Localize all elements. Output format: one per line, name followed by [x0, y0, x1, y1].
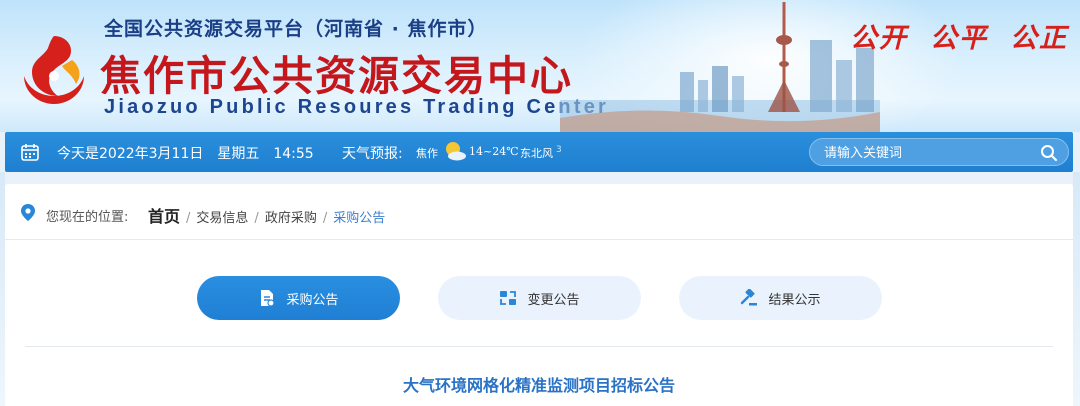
- site-title: 焦作市公共资源交易中心: [100, 52, 573, 100]
- current-date: 今天是2022年3月11日 星期五 14:55: [57, 143, 328, 163]
- weather-label: 天气预报:: [342, 146, 403, 162]
- slogans: 公开 公平 公正: [850, 16, 1068, 55]
- tab-label: 采购公告: [286, 292, 339, 308]
- tab-result-notice[interactable]: 结果公示: [679, 276, 882, 320]
- location-pin-icon: [21, 204, 35, 221]
- document-icon: [261, 290, 276, 307]
- breadcrumb-government-procurement[interactable]: 政府采购: [265, 207, 317, 226]
- sun-cloud-icon: [446, 142, 466, 161]
- search-input[interactable]: [824, 143, 1024, 163]
- gavel-icon: [741, 289, 758, 306]
- date-text: 今天是2022年3月11日: [57, 146, 204, 162]
- search-box: [809, 138, 1069, 166]
- breadcrumb-separator: /: [322, 211, 328, 226]
- divider: [25, 346, 1053, 347]
- tab-change-notice[interactable]: 变更公告: [438, 276, 641, 320]
- wind-level: 3: [556, 145, 562, 155]
- city-skyline-illustration: [560, 2, 880, 132]
- breadcrumb-separator: /: [186, 211, 191, 226]
- content-panel: 您现在的位置: 首页 / 交易信息 / 政府采购 / 采购公告 采购公告 变更公…: [5, 184, 1073, 406]
- info-bar: 今天是2022年3月11日 星期五 14:55 天气预报: 焦作 14~24℃ 东北…: [5, 132, 1073, 172]
- search-icon[interactable]: [1040, 144, 1058, 162]
- site-header: 全国公共资源交易平台（河南省 · 焦作市） 焦作市公共资源交易中心 Jiaozu…: [0, 0, 1080, 132]
- site-subtitle: 全国公共资源交易平台（河南省 · 焦作市）: [104, 18, 488, 40]
- calendar-icon: [21, 144, 39, 161]
- tab-procurement-notice[interactable]: 采购公告: [197, 276, 400, 320]
- weather-city: 焦作: [416, 147, 438, 160]
- breadcrumb-home[interactable]: 首页: [148, 203, 180, 227]
- slogan-fair: 公平: [930, 23, 988, 54]
- breadcrumb-current[interactable]: 采购公告: [333, 207, 385, 226]
- slogan-open: 公开: [850, 23, 908, 54]
- weekday-text: 星期五: [217, 146, 260, 162]
- notice-tabs: 采购公告 变更公告 结果公示: [197, 276, 882, 320]
- weather-wind: 东北风: [520, 147, 553, 160]
- site-title-en: Jiaozuo Public Resoures Trading Center: [104, 96, 610, 118]
- slogan-just: 公正: [1010, 23, 1068, 54]
- article-title: 大气环境网格化精准监测项目招标公告: [402, 376, 675, 395]
- breadcrumb-separator: /: [254, 211, 259, 226]
- tab-label: 结果公示: [768, 292, 821, 308]
- breadcrumb-items: 首页 / 交易信息 / 政府采购 / 采购公告: [148, 203, 385, 227]
- breadcrumb-trading-info[interactable]: 交易信息: [196, 207, 248, 226]
- weather-temperature: 14~24℃: [469, 145, 519, 158]
- change-icon: [500, 291, 517, 305]
- right-background-strip: [1073, 172, 1080, 406]
- breadcrumb: 您现在的位置: 首页 / 交易信息 / 政府采购 / 采购公告: [5, 184, 1073, 240]
- breadcrumb-prefix: 您现在的位置:: [46, 210, 129, 225]
- tab-label: 变更公告: [527, 292, 580, 308]
- time-text: 14:55: [273, 146, 314, 162]
- site-logo[interactable]: [14, 30, 94, 110]
